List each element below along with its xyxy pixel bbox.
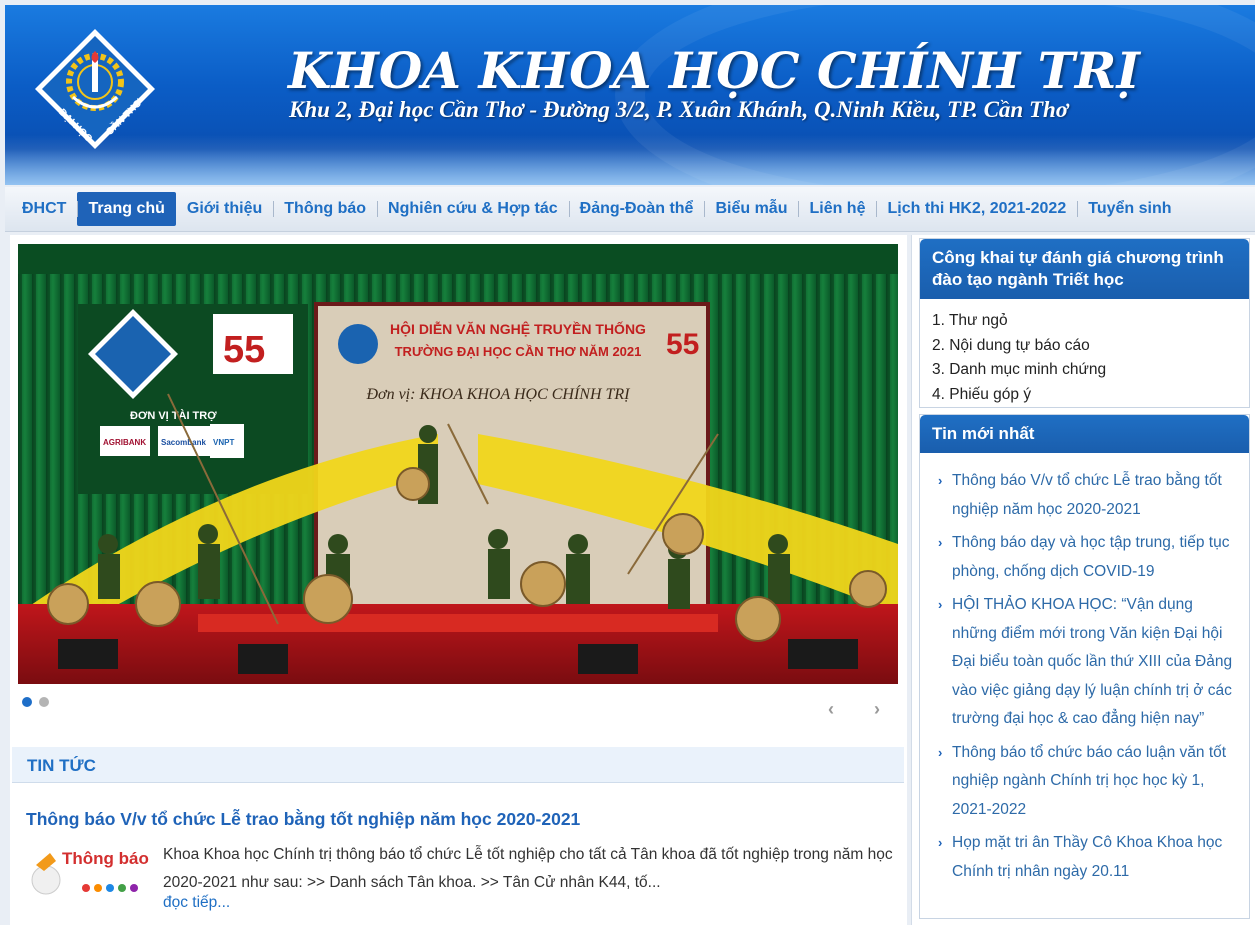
chevron-right-icon: › (938, 597, 943, 612)
latest-news-item[interactable]: › Thông báo V/v tổ chức Lễ trao bằng tốt … (938, 467, 1241, 524)
nav-item-dhct[interactable]: ĐHCT (11, 192, 77, 226)
self-assessment-item-feedback[interactable]: 4. Phiếu góp ý (932, 383, 1237, 408)
announcement-icon: Thông báo (31, 849, 149, 895)
latest-news-item-label[interactable]: HỘI THẢO KHOA HỌC: “Vận dụng những điểm … (952, 596, 1232, 727)
nav-item-admissions[interactable]: Tuyển sinh (1077, 192, 1182, 226)
banner-55: 55 (666, 328, 699, 361)
slider-dot-2[interactable] (39, 697, 49, 707)
sponsor-sacombank: Sacombank (161, 438, 206, 447)
chevron-right-icon: › (938, 835, 943, 850)
nav-item-forms[interactable]: Biểu mẫu (704, 192, 798, 226)
read-more-link[interactable]: đọc tiếp... (163, 894, 230, 912)
nav-item-contact[interactable]: Liên hệ (798, 192, 876, 226)
main-content: HỘI DIỄN VĂN NGHỆ TRUYỀN THỐNG TRƯỜNG ĐẠ… (10, 235, 907, 925)
board-55: 55 (223, 329, 265, 371)
news-excerpt: Khoa Khoa học Chính trị thông báo tổ chứ… (163, 846, 893, 891)
site-address: Khu 2, Đại học Cần Thơ - Đường 3/2, P. X… (289, 97, 1069, 122)
latest-news-item[interactable]: › Họp mặt tri ân Thầy Cô Khoa Khoa học Ch… (938, 829, 1241, 886)
thumb-text: Thông báo (62, 849, 149, 868)
sponsor-agribank: AGRIBANK (103, 438, 146, 447)
nav-item-about[interactable]: Giới thiệu (176, 192, 273, 226)
chevron-right-icon: › (938, 473, 943, 488)
latest-news-item[interactable]: › Thông báo tổ chức báo cáo luận văn tốt … (938, 739, 1241, 825)
banner-line1: HỘI DIỄN VĂN NGHỆ TRUYỀN THỐNG (390, 320, 646, 337)
site-title: KHOA KHOA HỌC CHÍNH TRỊ (288, 41, 1140, 100)
site-header: ĐẠI HỌC CẦN THƠ KHOA KHOA HỌC CHÍNH TRỊ … (5, 5, 1255, 185)
sponsor-label: ĐƠN VỊ TÀI TRỢ (130, 409, 217, 422)
header-wave (5, 135, 1255, 185)
latest-news-item[interactable]: › Thông báo dạy và học tập trung, tiếp tụ… (938, 529, 1241, 586)
latest-news-item-label[interactable]: Thông báo V/v tổ chức Lễ trao bằng tốt n… (952, 472, 1222, 518)
image-slider[interactable]: HỘI DIỄN VĂN NGHỆ TRUYỀN THỐNG TRƯỜNG ĐẠ… (18, 244, 898, 684)
news-title-link[interactable]: Thông báo V/v tổ chức Lễ trao bằng tốt n… (26, 809, 580, 830)
slider-dot-1[interactable] (22, 697, 32, 707)
chevron-right-icon: › (938, 744, 943, 760)
latest-news-title: Tin mới nhất (920, 415, 1249, 453)
sponsor-vnpt: VNPT (213, 438, 234, 447)
latest-news-item[interactable]: › HỘI THẢO KHOA HỌC: “Vận dụng những điểm… (938, 591, 1241, 734)
nav-item-home[interactable]: Trang chủ (77, 192, 176, 226)
news-section-title: TIN TỨC (27, 756, 96, 775)
slider-prev-icon[interactable]: ‹ (828, 699, 834, 720)
latest-news-item-label[interactable]: Họp mặt tri ân Thầy Cô Khoa Khoa học Chí… (952, 834, 1222, 880)
nav-item-exam-schedule[interactable]: Lịch thi HK2, 2021-2022 (876, 192, 1077, 226)
university-logo[interactable]: ĐẠI HỌC CẦN THƠ (33, 27, 157, 151)
latest-news-item-label[interactable]: Thông báo dạy và học tập trung, tiếp tục… (952, 534, 1229, 580)
news-section-header: TIN TỨC (12, 747, 904, 783)
slider-next-icon[interactable]: › (874, 699, 880, 720)
self-assessment-title: Công khai tự đánh giá chương trình đào t… (920, 239, 1249, 299)
chevron-right-icon: › (938, 535, 943, 550)
slide-image: HỘI DIỄN VĂN NGHỆ TRUYỀN THỐNG TRƯỜNG ĐẠ… (18, 244, 898, 684)
banner-line2: TRƯỜNG ĐẠI HỌC CẦN THƠ NĂM 2021 (395, 344, 642, 359)
banner-unit: Đơn vị: KHOA KHOA HỌC CHÍNH TRỊ (365, 384, 630, 403)
main-nav: ĐHCT Trang chủ Giới thiệu Thông báo Nghi… (5, 187, 1255, 232)
latest-news-box: Tin mới nhất › Thông báo V/v tổ chức Lễ t… (919, 414, 1250, 919)
self-assessment-box: Công khai tự đánh giá chương trình đào t… (919, 238, 1250, 408)
self-assessment-item-evidence[interactable]: 3. Danh mục minh chứng (932, 358, 1237, 383)
news-thumbnail[interactable]: Thông báo (26, 840, 150, 906)
self-assessment-item-report[interactable]: 2. Nội dung tự báo cáo (932, 334, 1237, 359)
latest-news-item-label[interactable]: Thông báo tổ chức báo cáo luận văn tốt n… (952, 744, 1226, 818)
slider-dots (22, 697, 49, 707)
sidebar: Công khai tự đánh giá chương trình đào t… (911, 235, 1255, 925)
nav-item-research[interactable]: Nghiên cứu & Hợp tác (377, 192, 569, 226)
nav-item-announcements[interactable]: Thông báo (273, 192, 377, 226)
nav-item-party-union[interactable]: Đảng-Đoàn thể (568, 192, 705, 226)
self-assessment-item-letter[interactable]: 1. Thư ngỏ (932, 309, 1237, 334)
